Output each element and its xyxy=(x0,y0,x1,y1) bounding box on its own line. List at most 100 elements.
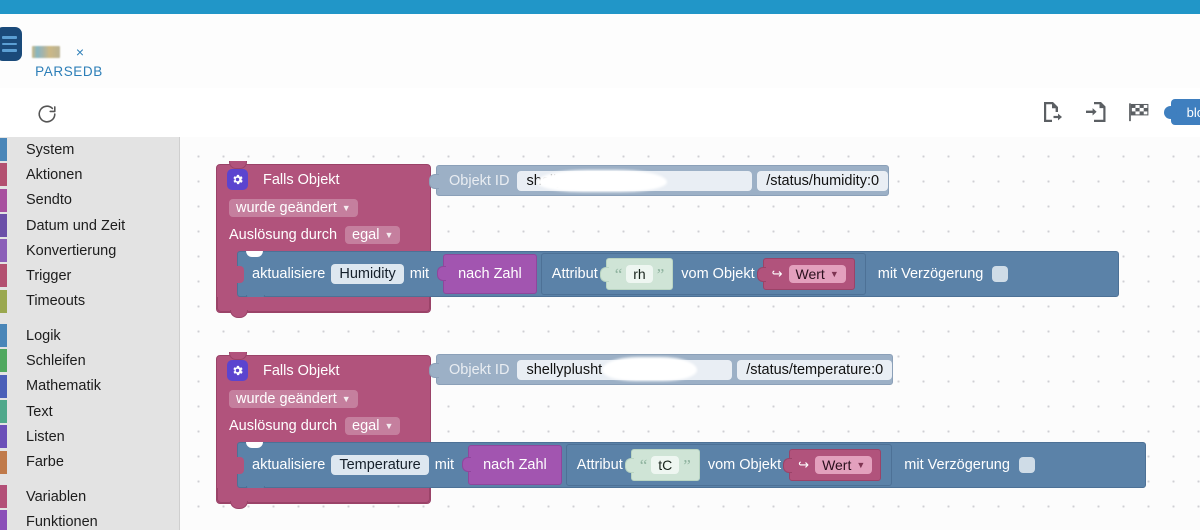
object-value-dropdown[interactable]: Wert ▼ xyxy=(815,456,873,474)
sidebar-item-variablen[interactable]: Variablen xyxy=(0,484,180,509)
object-value-block[interactable]: ↪ Wert ▼ xyxy=(783,449,882,481)
object-value-dropdown[interactable]: Wert ▼ xyxy=(788,265,846,283)
block-temperature-trigger[interactable]: Falls Objekt wurde geändert ▼ Auslösung … xyxy=(216,352,1146,509)
condition-row: wurde geändert ▼ xyxy=(217,385,430,412)
object-id-block-temperature[interactable]: Objekt ID shellyplusht /status/temperatu… xyxy=(429,354,894,385)
plug-icon xyxy=(783,458,793,473)
sidebar-item-timeouts[interactable]: Timeouts xyxy=(0,289,180,314)
sidebar-item-datum-und-zeit[interactable]: Datum und Zeit xyxy=(0,213,180,238)
plug-icon xyxy=(624,458,634,473)
target-object-field[interactable]: Temperature xyxy=(331,455,429,475)
delay-checkbox[interactable] xyxy=(1018,457,1035,473)
with-label: mit xyxy=(434,457,455,473)
trigger-label: Auslösung durch xyxy=(229,418,338,434)
object-value-text: Wert xyxy=(822,457,852,473)
redaction-overlay xyxy=(602,357,697,381)
sidebar-item-label: System xyxy=(26,141,75,158)
gear-icon[interactable] xyxy=(227,169,248,190)
attribute-value-field[interactable]: rh xyxy=(626,265,653,283)
sidebar-item-aktionen[interactable]: Aktionen xyxy=(0,162,180,187)
block-header[interactable]: Falls Objekt wurde geändert ▼ Auslösung … xyxy=(216,161,1119,318)
sidebar-item-label: Sendto xyxy=(26,192,72,209)
attribute-of-object-block[interactable]: Attribut “ rh ” vom Objekt ↪ Wert ▼ xyxy=(540,253,866,295)
plug-icon xyxy=(462,457,472,472)
action-label: aktualisiere xyxy=(252,266,326,282)
sidebar-item-label: Aktionen xyxy=(26,166,83,183)
reload-icon[interactable] xyxy=(30,97,64,131)
sidebar-item-logik[interactable]: Logik xyxy=(0,323,180,348)
plug-icon xyxy=(599,267,609,282)
block-humidity-trigger[interactable]: Falls Objekt wurde geändert ▼ Auslösung … xyxy=(216,161,1119,318)
sidebar-item-schleifen[interactable]: Schleifen xyxy=(0,348,180,373)
object-id-block-humidity[interactable]: Objekt ID shellyplusht /status/humidity:… xyxy=(429,165,890,196)
category-color-swatch xyxy=(0,374,7,398)
category-sidebar[interactable]: System Aktionen Sendto Datum und Zeit Konver… xyxy=(0,137,180,530)
sidebar-item-label: Konvertierung xyxy=(26,242,117,259)
quote-close-icon: ” xyxy=(683,455,691,475)
plug-icon xyxy=(429,174,439,189)
sidebar-item-funktionen[interactable]: Funktionen xyxy=(0,509,180,530)
trigger-dropdown[interactable]: egal ▼ xyxy=(345,226,401,244)
sidebar-item-label: Schleifen xyxy=(26,353,86,370)
attribute-text-block[interactable]: “ rh ” xyxy=(599,258,674,290)
attribute-of-object-block[interactable]: Attribut “ tC ” vom Objekt ↪ Wert ▼ xyxy=(565,444,893,486)
chevron-down-icon: ▼ xyxy=(341,393,351,404)
condition-dropdown[interactable]: wurde geändert ▼ xyxy=(229,389,358,408)
convert-to-number-block[interactable]: nach Zahl xyxy=(437,254,537,294)
statement-top-notch xyxy=(246,251,263,257)
object-id-suffix-field[interactable]: /status/temperature:0 xyxy=(737,359,893,380)
export-blocks-icon[interactable] xyxy=(1035,95,1069,129)
target-object-field[interactable]: Humidity xyxy=(331,264,404,284)
trigger-value: egal xyxy=(352,227,380,243)
trigger-dropdown[interactable]: egal ▼ xyxy=(345,417,401,435)
attribute-value-field[interactable]: tC xyxy=(651,456,680,474)
hamburger-menu-icon[interactable] xyxy=(0,27,22,61)
delay-group: mit Verzögerung xyxy=(878,266,1009,282)
sidebar-item-konvertierung[interactable]: Konvertierung xyxy=(0,238,180,263)
statement-update-temperature[interactable]: aktualisiere Temperature mit nach Zahl A… xyxy=(237,442,1146,493)
from-object-label: vom Objekt xyxy=(681,266,755,282)
sidebar-item-text[interactable]: Text xyxy=(0,399,180,424)
category-color-swatch xyxy=(0,213,7,237)
action-label: aktualisiere xyxy=(252,457,326,473)
sidebar-item-sendto[interactable]: Sendto xyxy=(0,188,180,213)
app-logo-icon xyxy=(32,46,60,58)
sidebar-item-label: Mathematik xyxy=(26,378,101,395)
statement-top-notch xyxy=(246,442,263,448)
sidebar-item-mathematik[interactable]: Mathematik xyxy=(0,374,180,399)
sidebar-item-label: Logik xyxy=(26,327,61,344)
convert-label: nach Zahl xyxy=(458,266,522,282)
object-value-block[interactable]: ↪ Wert ▼ xyxy=(756,258,855,290)
category-color-swatch xyxy=(0,264,7,288)
tab-label: PARSEDB xyxy=(35,64,103,79)
checkered-flag-icon[interactable] xyxy=(1123,95,1157,129)
attribute-label: Attribut xyxy=(551,266,598,282)
blockly-toggle-button[interactable]: blo xyxy=(1163,99,1200,125)
category-color-swatch xyxy=(0,324,7,348)
gear-icon[interactable] xyxy=(227,360,248,381)
category-color-swatch xyxy=(0,239,7,263)
category-color-swatch xyxy=(0,399,7,423)
delay-checkbox[interactable] xyxy=(992,266,1009,282)
attribute-text-block[interactable]: “ tC ” xyxy=(624,449,700,481)
blockly-canvas[interactable]: Falls Objekt wurde geändert ▼ Auslösung … xyxy=(180,137,1200,530)
quote-open-icon: “ xyxy=(614,264,623,284)
sidebar-item-label: Text xyxy=(26,403,53,420)
sidebar-item-listen[interactable]: Listen xyxy=(0,424,180,449)
block-title: Falls Objekt xyxy=(263,362,340,379)
close-icon[interactable]: × xyxy=(70,42,90,62)
sidebar-item-system[interactable]: System xyxy=(0,137,180,162)
category-color-swatch xyxy=(0,188,7,212)
sidebar-item-trigger[interactable]: Trigger xyxy=(0,263,180,288)
category-color-swatch xyxy=(0,138,7,161)
condition-dropdown[interactable]: wurde geändert ▼ xyxy=(229,198,358,217)
sidebar-item-farbe[interactable]: Farbe xyxy=(0,450,180,475)
object-id-suffix-field[interactable]: /status/humidity:0 xyxy=(757,170,889,191)
block-bottom-notch xyxy=(230,310,248,318)
block-header[interactable]: Falls Objekt wurde geändert ▼ Auslösung … xyxy=(216,352,1146,509)
convert-to-number-block[interactable]: nach Zahl xyxy=(462,445,562,485)
statement-update-humidity[interactable]: aktualisiere Humidity mit nach Zahl Attr… xyxy=(237,251,1119,302)
import-blocks-icon[interactable] xyxy=(1079,95,1113,129)
sidebar-item-label: Variablen xyxy=(26,488,87,505)
trigger-value: egal xyxy=(352,418,380,434)
